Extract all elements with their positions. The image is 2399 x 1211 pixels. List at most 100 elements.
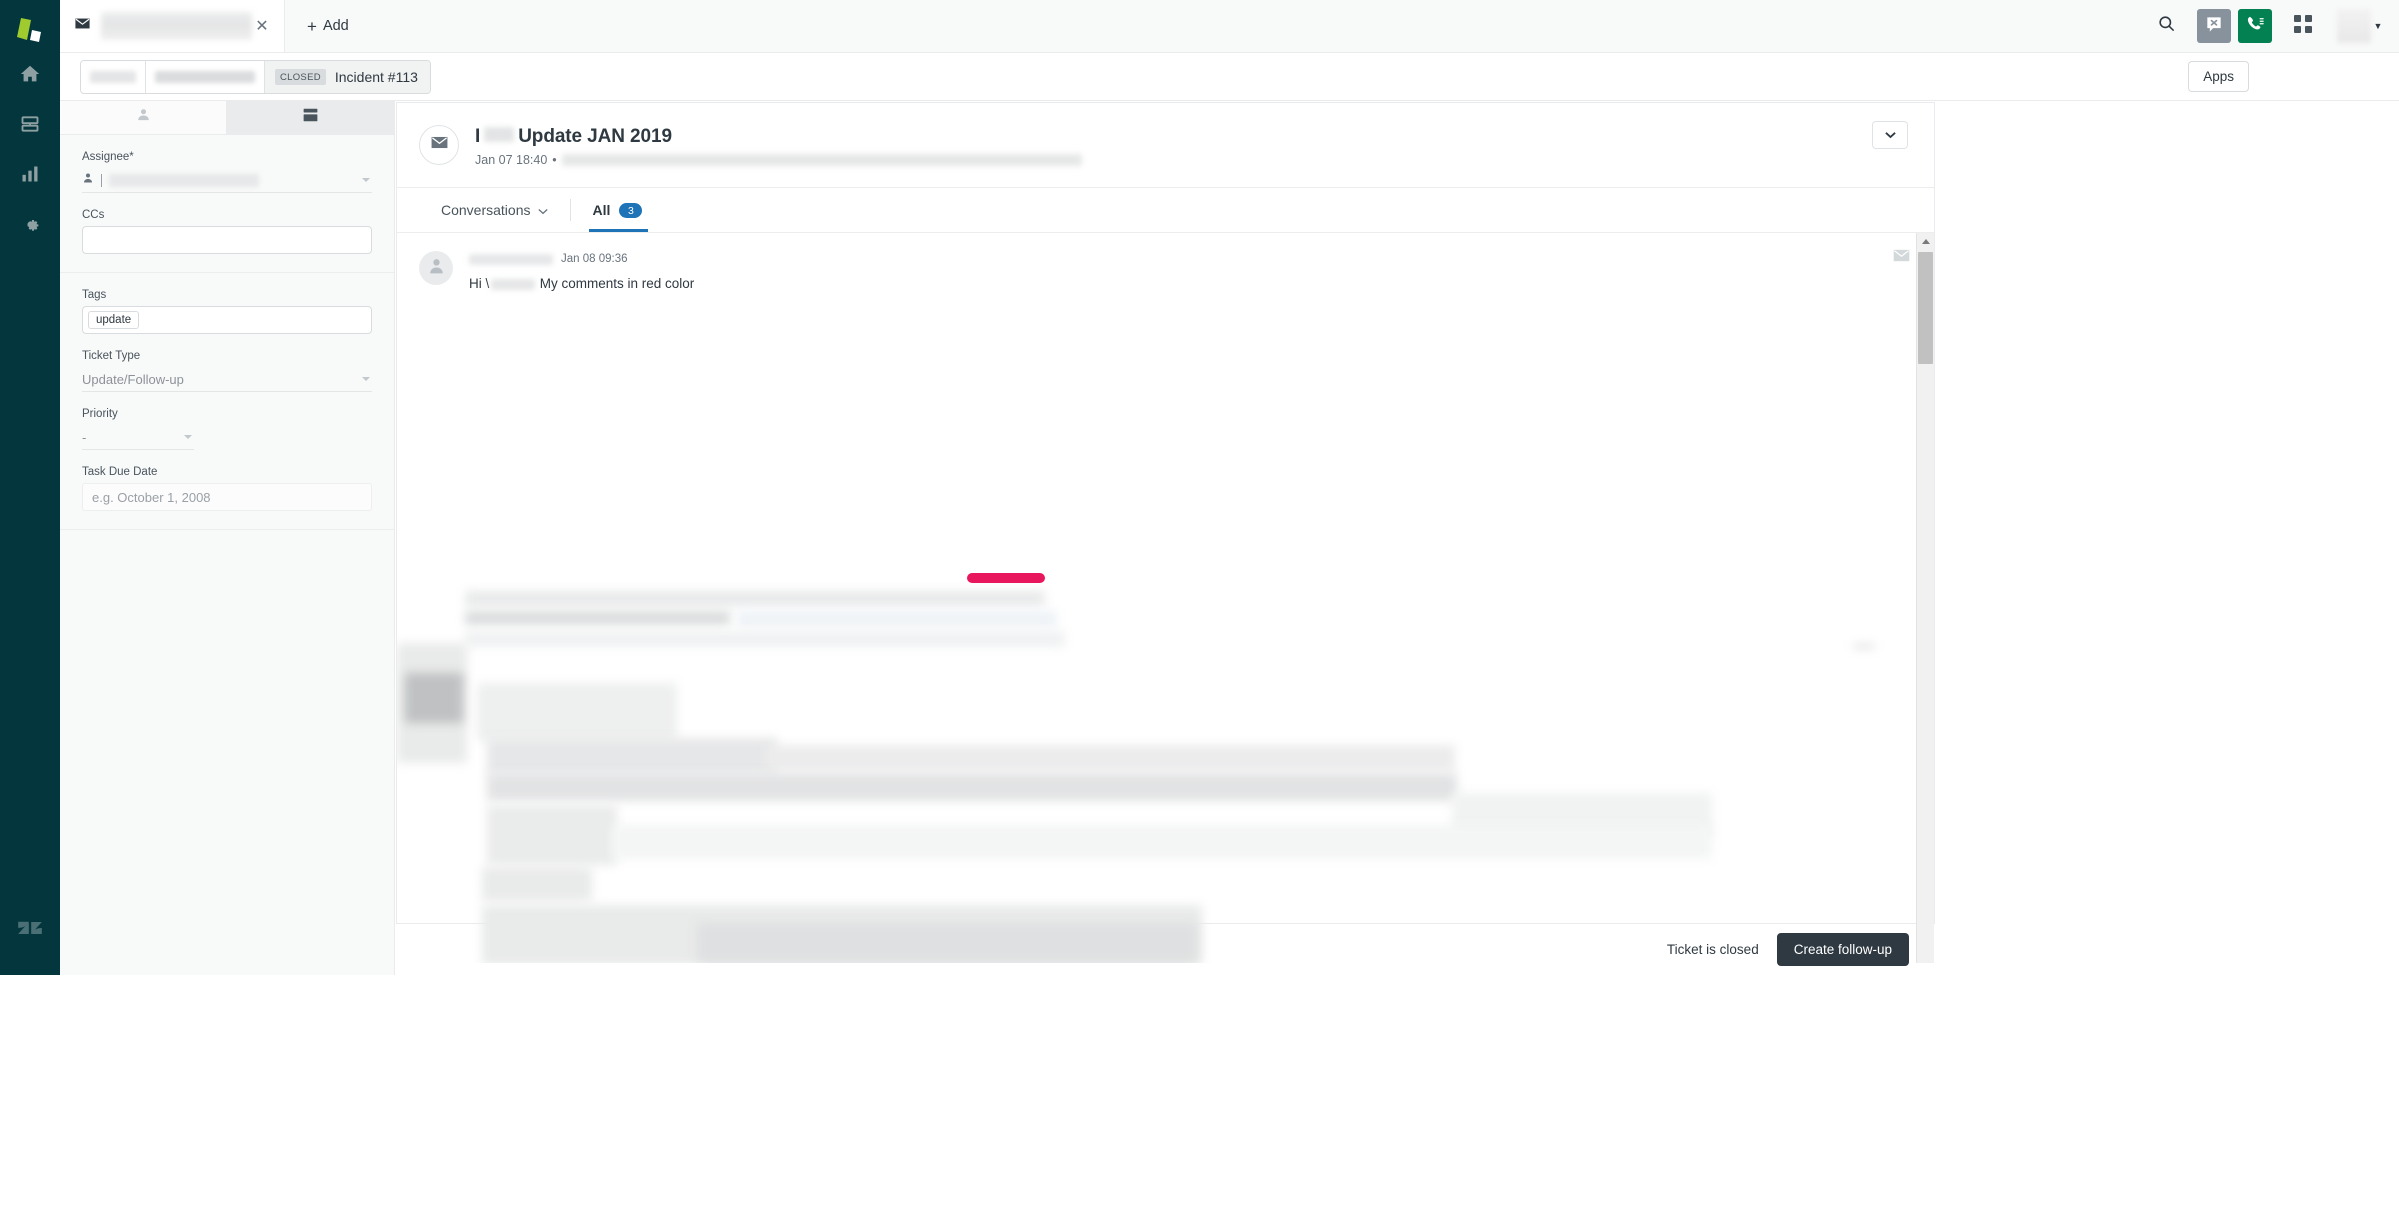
breadcrumb: CLOSED Incident #113 — [80, 60, 431, 94]
sidebar-item-reporting[interactable] — [0, 150, 60, 198]
comment-body-line: My comments in red color — [539, 276, 695, 291]
sidebar-item-views[interactable] — [0, 100, 60, 148]
ticket-header-meta: Jan 07 18:40 • — [475, 153, 1934, 167]
redacted-body-block — [487, 805, 617, 865]
field-label-ticket-type: Ticket Type — [82, 350, 141, 362]
chevron-down-icon[interactable]: ▼ — [2371, 0, 2385, 52]
redacted-body-block — [487, 773, 1457, 801]
talk-phone-icon — [2245, 14, 2265, 39]
document-tab[interactable]: ✕ — [60, 0, 285, 52]
apps-button[interactable]: Apps — [2188, 61, 2249, 92]
close-x-icon[interactable]: ✕ — [252, 16, 272, 36]
tab-all-label: All — [592, 202, 611, 218]
field-ticket-type: Ticket Type Update/Follow-up — [82, 334, 372, 392]
redacted-body-block — [765, 745, 1455, 771]
ticket-subject: Update JAN 2019 — [518, 126, 672, 147]
sidebar-item-home[interactable] — [0, 50, 60, 98]
tab-all-comments[interactable]: All 3 — [571, 188, 657, 232]
chat-icon — [2204, 14, 2224, 39]
red-marker-annotation — [967, 573, 1045, 583]
primary-nav-rail — [0, 0, 60, 975]
redacted-body-block — [477, 683, 677, 741]
ticket-conversation-pane: I Update JAN 2019 Jan 07 18:40 • Convers… — [396, 102, 1935, 963]
ticket-subject-row: I Update JAN 2019 — [475, 126, 1934, 148]
zendesk-logo-footer[interactable] — [0, 905, 60, 955]
ticket-type-select[interactable]: Update/Follow-up — [82, 367, 372, 392]
properties-tab-bar — [60, 100, 394, 135]
field-label-task-due-date: Task Due Date — [82, 466, 158, 478]
chat-status-button[interactable] — [2197, 9, 2231, 43]
tags-input[interactable]: update — [82, 306, 372, 334]
ticket-subject-redacted — [484, 127, 515, 142]
sidebar-item-admin[interactable] — [0, 200, 60, 248]
scrollbar-up-arrow[interactable] — [1917, 233, 1934, 250]
conversations-filter-dropdown[interactable]: Conversations — [419, 188, 570, 232]
comment-timestamp: Jan 08 09:36 — [561, 253, 628, 265]
avatar[interactable] — [419, 251, 453, 285]
page-backdrop — [0, 975, 2399, 1211]
redacted-body-block — [482, 867, 592, 901]
conversation-toolbar: Conversations All 3 — [397, 188, 1934, 233]
comment-item: Jan 08 09:36 Hi \ My comments in red col… — [397, 233, 1934, 294]
conversation-scrollbar[interactable] — [1916, 233, 1934, 963]
redacted-body-block — [487, 738, 777, 774]
home-icon — [19, 63, 41, 85]
user-avatar-icon — [427, 256, 446, 280]
agent-icon — [82, 171, 94, 189]
comment-meta: Jan 08 09:36 — [469, 251, 1934, 267]
redacted-body-block — [465, 631, 1065, 647]
chevron-down-icon — [362, 377, 370, 381]
views-tickets-icon — [20, 114, 40, 134]
zendesk-logo-icon — [16, 914, 44, 947]
breadcrumb-redacted-text — [155, 71, 255, 83]
breadcrumb-redacted-text — [90, 71, 136, 83]
comment-content: Jan 08 09:36 Hi \ My comments in red col… — [469, 251, 1934, 294]
user-profile-icon — [136, 107, 151, 127]
comment-channel-envelope-icon — [1893, 249, 1910, 267]
avatar[interactable] — [2337, 9, 2371, 43]
ticket-subject-prefix: I — [475, 126, 481, 147]
ticket-type-value: Update/Follow-up — [82, 371, 184, 387]
priority-select[interactable]: - — [82, 425, 194, 450]
redacted-body-block — [405, 673, 463, 723]
ccs-input[interactable] — [82, 226, 372, 254]
ticket-channel-avatar — [419, 125, 459, 165]
text-cursor — [101, 173, 102, 187]
talk-status-button[interactable] — [2238, 9, 2272, 43]
tag-chip[interactable]: update — [88, 311, 140, 329]
document-tab-title-redacted — [101, 12, 252, 40]
conversations-filter-label: Conversations — [441, 202, 531, 218]
conversation-body: Jan 08 09:36 Hi \ My comments in red col… — [397, 233, 1934, 963]
tab-ticket-properties[interactable] — [227, 100, 394, 134]
chevron-down-icon — [184, 435, 192, 439]
breadcrumb-item-redacted-2[interactable] — [146, 61, 265, 93]
tab-customer-context[interactable] — [60, 100, 227, 134]
ticket-header: I Update JAN 2019 Jan 07 18:40 • — [397, 103, 1934, 188]
assignee-value-redacted — [109, 173, 259, 187]
envelope-icon — [430, 133, 449, 157]
redacted-body-block — [465, 591, 1045, 606]
priority-value: - — [82, 429, 87, 445]
assignee-select[interactable] — [82, 168, 372, 193]
meta-separator: • — [552, 153, 557, 167]
status-badge: CLOSED — [275, 69, 326, 85]
field-label-ccs: CCs — [82, 209, 105, 221]
task-due-date-input[interactable]: e.g. October 1, 2008 — [82, 483, 372, 511]
add-tab-button[interactable]: + Add — [285, 0, 371, 52]
add-tab-label: Add — [322, 18, 349, 34]
search-icon — [2157, 14, 2176, 38]
panel-divider — [60, 529, 394, 530]
top-bar: ✕ + Add ▼ — [60, 0, 2399, 53]
collapse-header-button[interactable] — [1872, 121, 1908, 149]
zendesk-relationship-logo[interactable] — [0, 10, 60, 52]
search-button[interactable] — [2142, 0, 2190, 52]
ticket-header-texts: I Update JAN 2019 Jan 07 18:40 • — [475, 125, 1934, 167]
plus-icon: + — [307, 16, 317, 36]
products-tray-button[interactable] — [2279, 0, 2327, 52]
redacted-body-block — [612, 825, 1712, 859]
reporting-bar-chart-icon — [20, 164, 40, 184]
ticket-timestamp: Jan 07 18:40 — [475, 153, 548, 167]
breadcrumb-item-redacted-1[interactable] — [81, 61, 146, 93]
comment-greeting-text: Hi \ — [469, 276, 490, 291]
scrollbar-thumb[interactable] — [1918, 252, 1933, 364]
